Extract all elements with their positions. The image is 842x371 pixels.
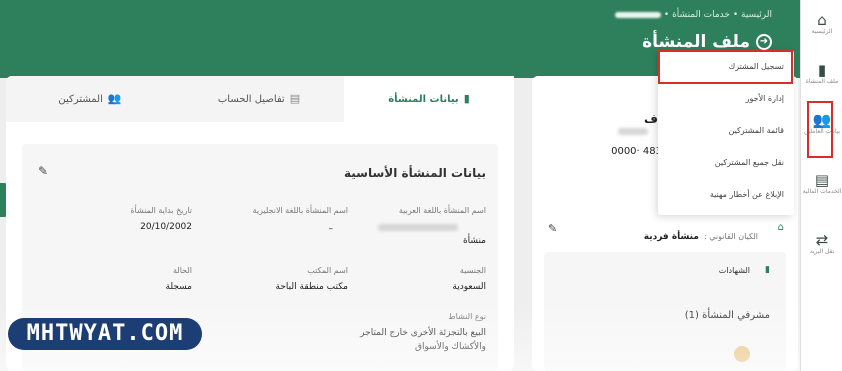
section-title: بيانات المنشأة الأساسية [343,166,486,180]
file-icon: ▤ [289,92,301,105]
breadcrumb-separator: • [732,10,739,20]
breadcrumb-separator: • [663,10,670,20]
breadcrumb: الرئيسية • خدمات المنشأة • [615,10,772,20]
sidebar-item-home[interactable]: ⌂ الرئيسية [801,12,842,36]
legal-entity-row: الكيان القانوني : منشأة فردية [644,224,758,243]
field-value: مسجلة [165,282,192,292]
redacted-value [378,224,458,231]
field-label: اسم المكتب [307,266,348,275]
breadcrumb-services[interactable]: خدمات المنشأة [672,10,730,20]
field-value: مكتب منطقة الباحة [275,282,348,292]
field-label: اسم المنشأة باللغة الانجليزية [252,206,348,215]
tab-label: المشتركين [58,94,103,105]
avatar [734,346,750,362]
field-value: السعودية [452,282,486,292]
menu-item-transfer-all-subscribers[interactable]: نقل جميع المشتركين [658,147,794,179]
menu-item-manage-wages[interactable]: إدارة الأجور [658,83,794,115]
tab-label: بيانات المنشأة [388,94,459,105]
arrow-circle-icon[interactable]: ➜ [756,34,772,50]
sidebar-item-transfer[interactable]: ⇄ نقل البريد [801,232,842,256]
field-label: الحالة [173,266,192,275]
menu-item-subscribers-list[interactable]: قائمة المشتركين [658,115,794,147]
tab-subscribers[interactable]: 👥 المشتركين [6,76,174,122]
field-value: البيع بالتجزئة الأخرى خارج المتاجر [360,328,486,338]
supervisors-label: مشرفي المنشأة (1) [684,310,770,321]
certificates-label[interactable]: الشهادات [719,266,750,275]
field-label: نوع النشاط [448,312,486,321]
sidebar: ⌂ الرئيسية ▮ ملف المنشأة 👥 بيانات العامل… [800,0,842,371]
field-label: تاريخ بداية المنشأة [130,206,192,215]
page-title-text: ملف المنشأة [642,32,750,52]
tab-bar: ▮ بيانات المنشأة ▤ تفاصيل الحساب 👥 المشتركي… [6,76,514,122]
building-icon: ▮ [817,61,827,79]
file-icon: ▮ [765,265,770,275]
breadcrumb-redacted [615,11,662,18]
watermark-logo: MHTWYAT.COM [8,318,202,350]
tab-establishment-data[interactable]: ▮ بيانات المنشأة [344,76,514,122]
establishment-name-partial: ف [644,112,658,126]
pencil-icon[interactable]: ✎ [38,164,48,178]
sidebar-item-label: ملف المنشأة [805,78,839,85]
sidebar-item-financial[interactable]: ▤ الخدمات المالية [801,172,842,196]
field-label: اسم المنشأة باللغة العربية [398,206,486,215]
highlight-box [658,50,793,84]
page-title: ➜ ملف المنشأة [642,32,772,52]
legal-entity-value: منشأة فردية [643,232,699,242]
sidebar-item-establishment[interactable]: ▮ ملف المنشأة [801,62,842,86]
pencil-icon[interactable]: ✎ [548,222,557,235]
redacted-value [618,128,648,135]
sidebar-item-label: الخدمات المالية [802,188,842,195]
field-value: – [328,224,334,234]
legal-entity-card: ✎ الكيان القانوني : منشأة فردية ⌂ الشهاد… [532,210,798,371]
menu-item-report-occupational-hazards[interactable]: الإبلاغ عن أخطار مهنية [658,179,794,211]
bank-icon: ⌂ [777,222,784,233]
home-icon: ⌂ [817,11,827,29]
breadcrumb-home[interactable]: الرئيسية [741,10,772,20]
field-value: منشأة [462,236,486,246]
sidebar-item-label: نقل البريد [809,248,835,255]
certificates-panel: الشهادات ▮ مشرفي المنشأة (1) [544,252,786,371]
field-value: والأكشاك والأسواق [415,342,486,352]
tab-account-details[interactable]: ▤ تفاصيل الحساب [174,76,344,122]
field-value: 20/10/2002 [140,222,192,232]
establishment-number-partial: 483 ·0000 [611,146,662,157]
transfer-arrows-icon: ⇄ [815,231,829,249]
document-icon: ▤ [814,171,830,189]
field-label: الجنسية [459,266,486,275]
tab-label: تفاصيل الحساب [217,94,285,105]
file-icon: ▮ [463,92,470,105]
users-icon: 👥 [107,92,122,105]
legal-entity-label: الكيان القانوني : [704,232,758,241]
sidebar-item-label: الرئيسية [811,28,833,35]
sidebar-highlight-box [807,101,833,158]
